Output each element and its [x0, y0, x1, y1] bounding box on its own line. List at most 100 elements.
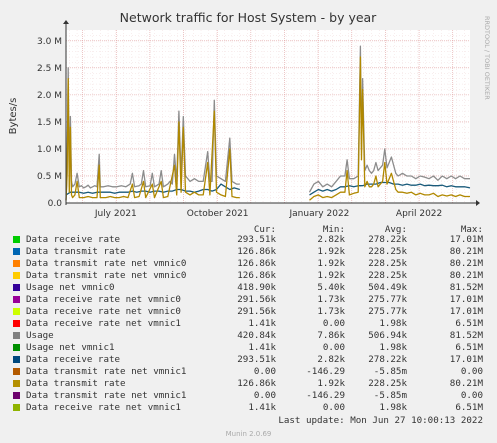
legend-min-value: 1.73k — [317, 294, 345, 305]
y-tick-label: 2.0 M — [37, 91, 62, 101]
legend-series-name: Data transmit rate — [26, 378, 126, 389]
legend-row: Usage 420.84k 7.86k 506.94k 81.52M — [0, 330, 497, 342]
legend-min-value: 0.00 — [322, 318, 345, 329]
legend-row: Data transmit rate net vmnic1 0.00 -146.29… — [0, 390, 497, 402]
legend-avg-value: 228.25k — [368, 378, 407, 389]
legend-max-value: 0.00 — [460, 390, 483, 401]
legend-min-value: -146.29 — [306, 366, 345, 377]
legend-series-name: Data receive rate — [26, 354, 121, 365]
legend-min-value: 5.40k — [317, 282, 345, 293]
legend-avg-value: -5.85m — [373, 390, 407, 401]
legend-cur-value: 293.51k — [237, 354, 276, 365]
legend-series-name: Usage net vmnic1 — [26, 342, 115, 353]
legend-min-value: 0.00 — [322, 402, 345, 413]
rrdtool-watermark: RRDTOOL / TOBI OETIKER — [483, 16, 491, 100]
x-tick-label: July 2021 — [94, 209, 137, 219]
legend-cur-value: 291.56k — [237, 306, 276, 317]
legend-swatch — [13, 260, 20, 267]
legend-row: Data receive rate net vmnic1 1.41k 0.00 1.9… — [0, 402, 497, 414]
chart-title: Network traffic for Host System - by yea… — [120, 10, 378, 25]
legend-swatch — [13, 332, 20, 339]
legend-cur-value: 291.56k — [237, 294, 276, 305]
legend-cur-value: 418.90k — [237, 282, 276, 293]
legend-cur-value: 1.41k — [248, 342, 276, 353]
legend-max-value: 81.52M — [449, 330, 483, 341]
legend-row: Usage net vmnic0 418.90k 5.40k 504.49k 81.52… — [0, 282, 497, 294]
legend-series-name: Data receive rate net vmnic1 — [26, 318, 181, 329]
legend-min-value: 2.82k — [317, 234, 345, 245]
y-tick-label: 0.5 M — [37, 172, 62, 182]
munin-version: Munin 2.0.69 — [225, 430, 272, 438]
y-tick-label: 2.5 M — [37, 64, 62, 74]
legend-swatch — [13, 308, 20, 315]
legend-series-name: Data transmit rate — [26, 246, 126, 257]
legend-series-name: Usage — [26, 330, 54, 341]
legend-max-value: 17.01M — [449, 234, 483, 245]
legend-row: Data receive rate net vmnic0 291.56k 1.73k… — [0, 306, 497, 318]
legend-avg-value: 275.77k — [368, 294, 407, 305]
legend-row: Usage net vmnic1 1.41k 0.00 1.98k 6.51M — [0, 342, 497, 354]
y-tick-label: 1.0 M — [37, 145, 62, 155]
legend-row: Data transmit rate net vmnic1 0.00 -146.29… — [0, 366, 497, 378]
legend-swatch — [13, 368, 20, 375]
legend-max-value: 0.00 — [460, 366, 483, 377]
legend-swatch — [13, 284, 20, 291]
legend-swatch — [13, 248, 20, 255]
legend-avg-value: 228.25k — [368, 270, 407, 281]
legend-series-name: Usage net vmnic0 — [26, 282, 115, 293]
legend-cur-value: 1.41k — [248, 402, 276, 413]
chart-canvas: 0.0 0.5 M 1.0 M 1.5 M 2.0 M 2.5 M 3.0 M July 20… — [0, 0, 497, 225]
legend-avg-value: 228.25k — [368, 258, 407, 269]
legend-cur-value: 1.41k — [248, 318, 276, 329]
x-tick-label: April 2022 — [396, 209, 442, 219]
legend-swatch — [13, 272, 20, 279]
legend-swatch — [13, 344, 20, 351]
legend-cur-value: 0.00 — [253, 390, 276, 401]
legend-series-name: Data receive rate net vmnic0 — [26, 306, 181, 317]
legend-avg-value: 275.77k — [368, 306, 407, 317]
legend-min-value: 1.92k — [317, 246, 345, 257]
legend-max-value: 80.21M — [449, 258, 483, 269]
legend-cur-value: 420.84k — [237, 330, 276, 341]
legend-min-value: 1.92k — [317, 258, 345, 269]
legend-swatch — [13, 356, 20, 363]
y-axis-label: Bytes/s — [8, 98, 19, 135]
legend-cur-value: 293.51k — [237, 234, 276, 245]
legend-max-value: 17.01M — [449, 354, 483, 365]
legend-max-value: 80.21M — [449, 246, 483, 257]
legend-swatch — [13, 380, 20, 387]
legend-row: Data receive rate net vmnic1 1.41k 0.00 1.9… — [0, 318, 497, 330]
legend-series-name: Data transmit rate net vmnic0 — [26, 258, 187, 269]
legend-avg-value: 1.98k — [379, 318, 407, 329]
legend-row: Data transmit rate net vmnic0 126.86k 1.92… — [0, 258, 497, 270]
legend-swatch — [13, 404, 20, 411]
legend-series-name: Data receive rate net vmnic0 — [26, 294, 181, 305]
legend-avg-value: 504.49k — [368, 282, 407, 293]
legend-series-name: Data transmit rate net vmnic0 — [26, 270, 187, 281]
legend-max-value: 6.51M — [455, 342, 483, 353]
legend-max-value: 17.01M — [449, 306, 483, 317]
legend-avg-value: 278.22k — [368, 234, 407, 245]
legend-avg-value: 278.22k — [368, 354, 407, 365]
x-tick-label: October 2021 — [187, 209, 249, 219]
legend-max-value: 6.51M — [455, 402, 483, 413]
legend-min-value: -146.29 — [306, 390, 345, 401]
y-tick-label: 3.0 M — [37, 37, 62, 47]
legend-max-value: 6.51M — [455, 318, 483, 329]
legend-max-value: 81.52M — [449, 282, 483, 293]
legend-swatch — [13, 296, 20, 303]
legend-max-value: 17.01M — [449, 294, 483, 305]
legend-row: Data transmit rate net vmnic0 126.86k 1.92… — [0, 270, 497, 282]
legend-cur-value: 126.86k — [237, 246, 276, 257]
legend-row: Data transmit rate 126.86k 1.92k 228.25k 80.… — [0, 378, 497, 390]
legend-min-value: 0.00 — [322, 342, 345, 353]
legend-avg-value: 228.25k — [368, 246, 407, 257]
legend-min-value: 1.92k — [317, 270, 345, 281]
last-update: Last update: Mon Jun 27 10:00:13 2022 — [278, 415, 483, 426]
legend-row: Data receive rate 293.51k 2.82k 278.22k 17.0… — [0, 234, 497, 246]
legend-avg-value: -5.85m — [373, 366, 407, 377]
legend-max-value: 80.21M — [449, 378, 483, 389]
legend-swatch — [13, 392, 20, 399]
legend-row: Data receive rate 293.51k 2.82k 278.22k 17.0… — [0, 354, 497, 366]
legend-avg-value: 1.98k — [379, 402, 407, 413]
